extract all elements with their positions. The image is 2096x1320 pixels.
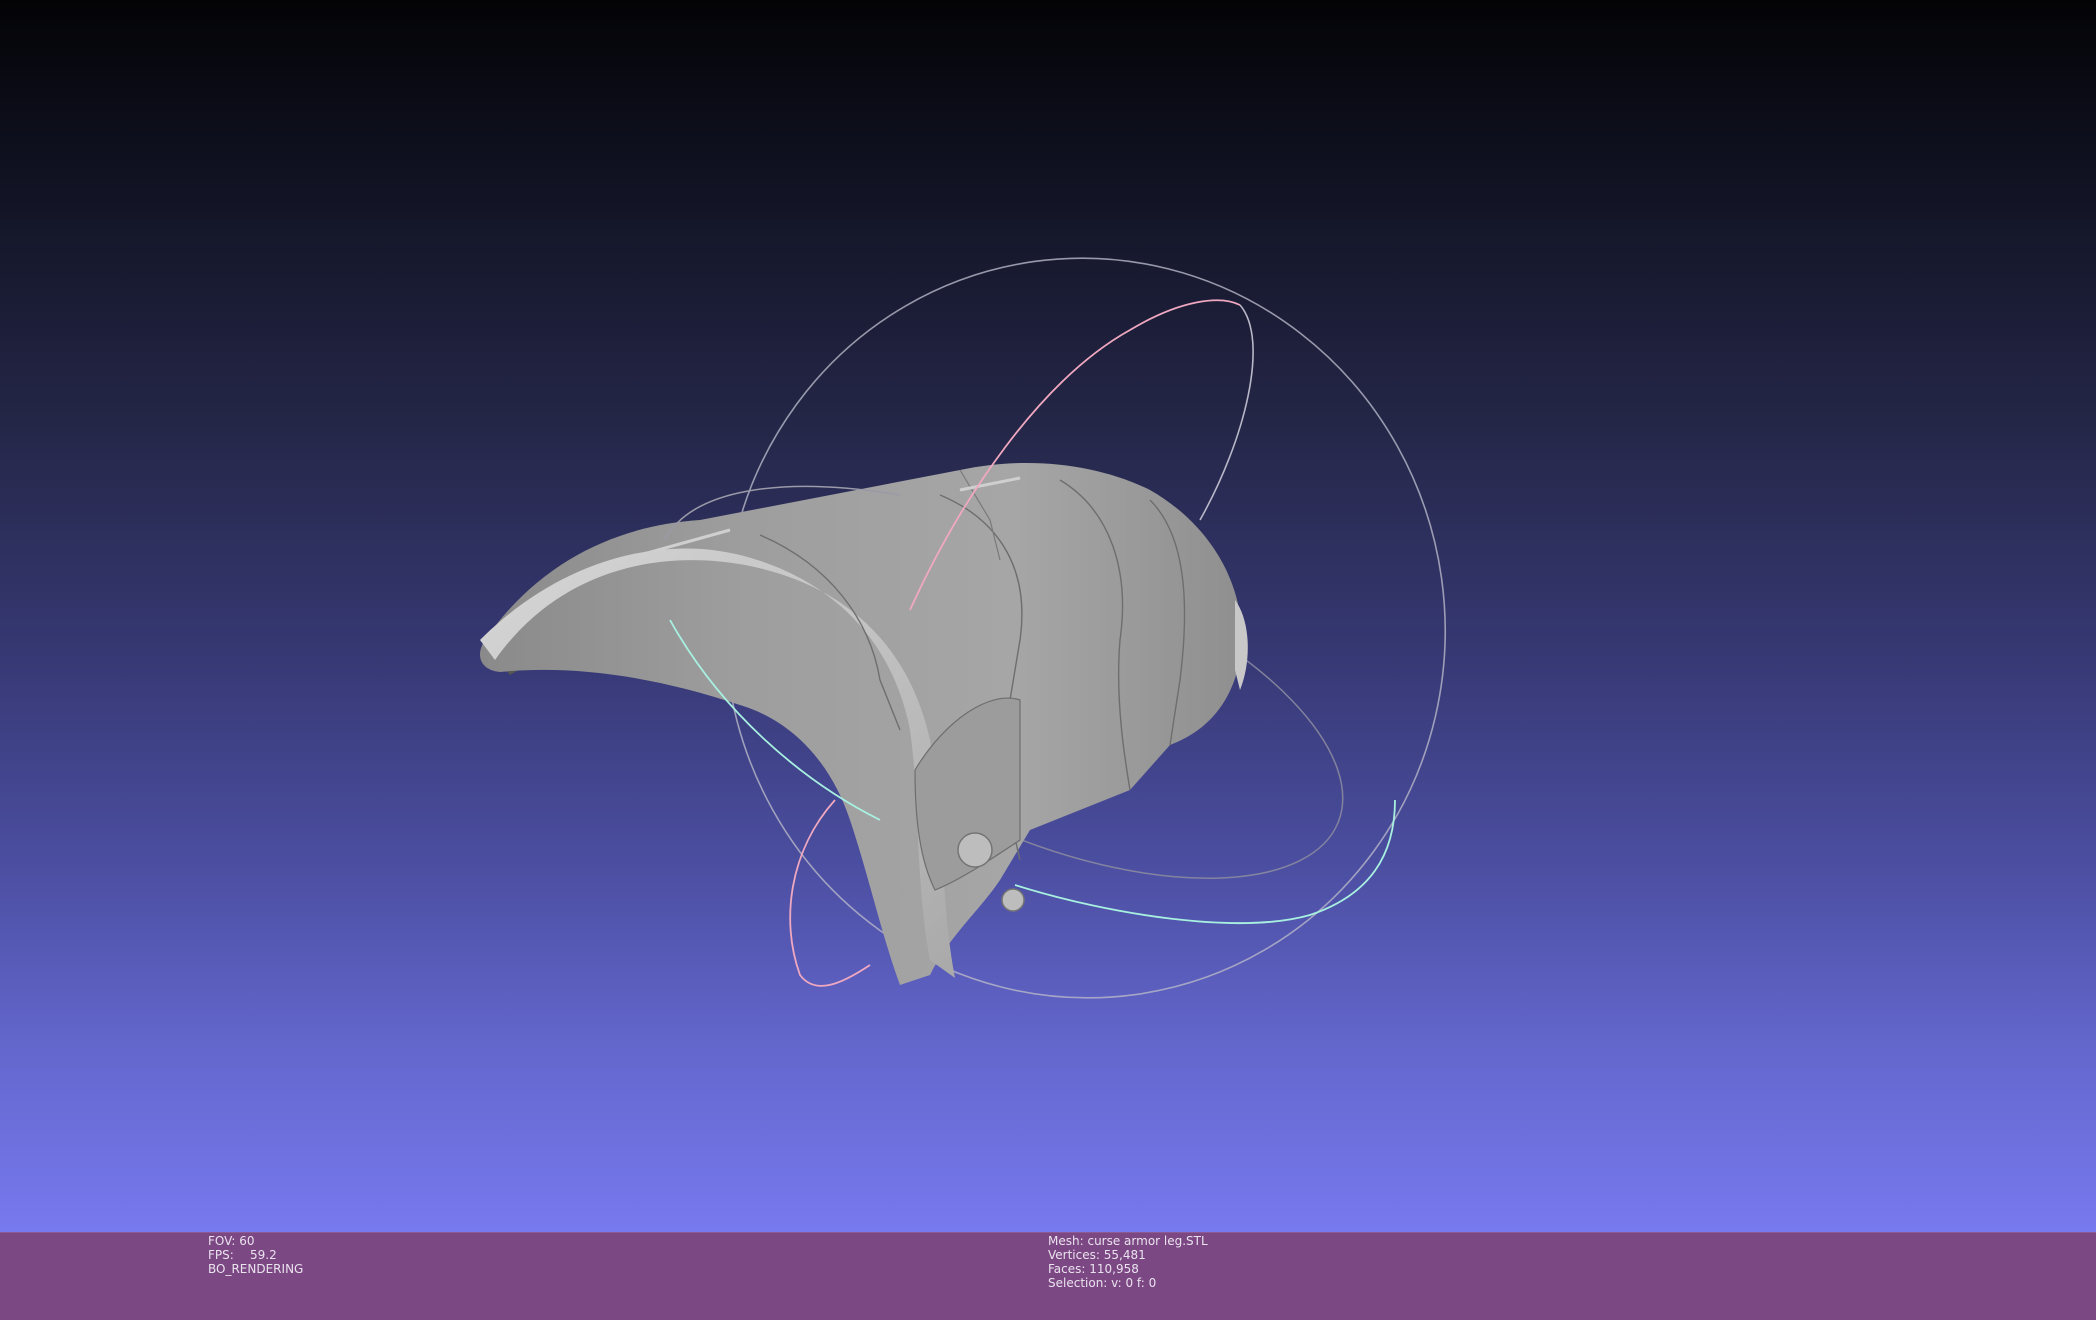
mesh-name: curse armor leg.STL bbox=[1087, 1234, 1208, 1248]
vertices-readout: Vertices: 55,481 bbox=[1048, 1248, 1208, 1262]
faces-label: Faces: bbox=[1048, 1262, 1086, 1276]
faces-readout: Faces: 110,958 bbox=[1048, 1262, 1208, 1276]
mesh-info-panel: Mesh: curse armor leg.STL Vertices: 55,4… bbox=[1048, 1234, 1208, 1290]
mesh-label: Mesh: bbox=[1048, 1234, 1084, 1248]
fps-label: FPS: bbox=[208, 1248, 234, 1262]
fps-value: 59.2 bbox=[250, 1248, 277, 1262]
meshlab-viewer: FOV: 60 FPS: 59.2 BO_RENDERING Mesh: curs… bbox=[0, 0, 2096, 1320]
fov-label: FOV: bbox=[208, 1234, 236, 1248]
3d-viewport[interactable] bbox=[0, 0, 2096, 1232]
selection-label: Selection: bbox=[1048, 1276, 1108, 1290]
scene-canvas[interactable] bbox=[0, 0, 2096, 1232]
render-mode: BO_RENDERING bbox=[208, 1262, 304, 1276]
faces-value: 110,958 bbox=[1089, 1262, 1139, 1276]
mesh-name-readout: Mesh: curse armor leg.STL bbox=[1048, 1234, 1208, 1248]
render-info-panel: FOV: 60 FPS: 59.2 BO_RENDERING bbox=[208, 1234, 303, 1276]
vertices-label: Vertices: bbox=[1048, 1248, 1100, 1262]
armor-leg-mesh[interactable] bbox=[480, 462, 1248, 986]
fov-readout: FOV: 60 bbox=[208, 1234, 303, 1248]
selection-readout: Selection: v: 0 f: 0 bbox=[1048, 1276, 1208, 1290]
fov-value: 60 bbox=[239, 1234, 255, 1248]
fps-readout: FPS: 59.2 bbox=[208, 1248, 303, 1262]
selection-value: v: 0 f: 0 bbox=[1111, 1276, 1157, 1290]
vertices-value: 55,481 bbox=[1103, 1248, 1146, 1262]
